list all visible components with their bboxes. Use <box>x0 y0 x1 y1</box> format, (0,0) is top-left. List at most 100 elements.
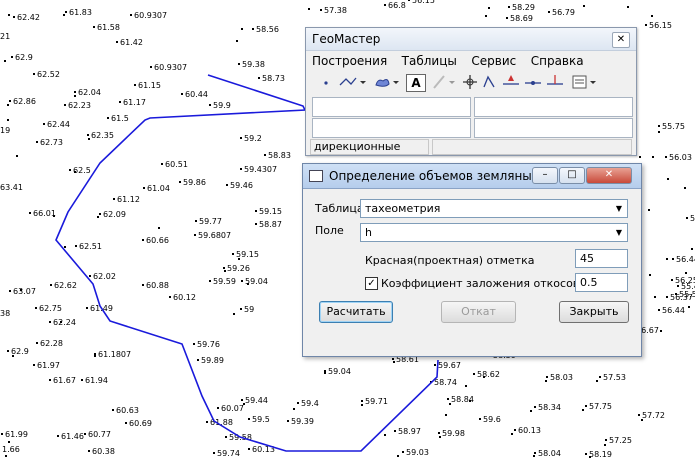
polyline-tool-icon[interactable] <box>338 72 366 92</box>
survey-point <box>665 156 667 158</box>
survey-point <box>264 154 266 156</box>
elevation-label: 59.74 <box>217 449 240 458</box>
elevation-label: 62.44 <box>47 120 70 129</box>
red-mark-label: Красная(проектная) отметка <box>365 254 535 267</box>
pen-tool-icon[interactable] <box>430 72 458 92</box>
geomaster-field-2[interactable] <box>474 97 633 117</box>
intersection-tool-icon[interactable] <box>502 72 520 92</box>
survey-point <box>93 26 95 28</box>
survey-point <box>7 350 9 352</box>
survey-point <box>240 137 242 139</box>
polygon-tool-icon[interactable] <box>372 72 400 92</box>
elevation-label: 58.04 <box>538 449 561 458</box>
survey-point <box>361 404 363 406</box>
survey-point <box>548 11 550 13</box>
elevation-label: 5 <box>690 214 695 223</box>
elevation-label: 56.25 <box>675 276 695 285</box>
menu-item-service[interactable]: Сервис <box>465 52 521 68</box>
calculate-button[interactable]: Расчитать <box>319 301 393 323</box>
elevation-label: 59.67 <box>438 361 461 370</box>
elevation-label: 62.51 <box>79 242 102 251</box>
survey-point <box>36 342 38 344</box>
survey-point <box>226 184 228 186</box>
close-button[interactable]: Закрыть <box>559 301 629 323</box>
elevation-label: 59.86 <box>183 178 206 187</box>
perpendicular-tool-icon[interactable] <box>546 72 564 92</box>
offset-tool-icon[interactable] <box>524 72 542 92</box>
close-icon[interactable]: ✕ <box>586 167 632 184</box>
survey-point <box>672 258 674 260</box>
slope-label: Коэффициент заложения откосов 1: <box>381 277 594 290</box>
chevron-down-icon[interactable]: ▼ <box>613 226 625 239</box>
elevation-label: 66.01 <box>33 209 56 218</box>
geomaster-field-3[interactable] <box>312 118 471 138</box>
move-tool-icon[interactable] <box>462 72 478 92</box>
properties-tool-icon[interactable] <box>570 72 598 92</box>
survey-point <box>533 455 535 457</box>
earthwork-volume-dialog: Определение объемов земляных ... – □ ✕ Т… <box>302 163 642 357</box>
close-icon[interactable]: ✕ <box>612 32 630 48</box>
survey-point <box>142 239 144 241</box>
survey-point <box>13 16 15 18</box>
survey-point <box>241 399 243 401</box>
angle-tool-icon[interactable] <box>482 72 498 92</box>
survey-point <box>74 95 76 97</box>
menu-item-tables[interactable]: Таблицы <box>396 52 462 68</box>
survey-point <box>134 84 136 86</box>
geomaster-field-4[interactable] <box>474 118 633 138</box>
survey-point <box>130 14 132 16</box>
survey-point <box>99 213 101 215</box>
elevation-label: 62.62 <box>54 281 77 290</box>
field-select[interactable]: h ▼ <box>360 223 628 242</box>
elevation-label: 62.42 <box>17 13 40 22</box>
survey-point <box>324 370 326 372</box>
survey-point <box>197 359 199 361</box>
survey-point <box>671 279 673 281</box>
elevation-label: 62.23 <box>68 101 91 110</box>
elevation-label: 59.15 <box>259 207 282 216</box>
survey-point <box>479 418 481 420</box>
survey-point <box>447 398 449 400</box>
red-mark-input[interactable]: 45 <box>575 249 628 268</box>
geomaster-titlebar[interactable]: ГеоМастер ✕ <box>306 28 636 51</box>
elevation-label: 57.72 <box>642 411 665 420</box>
point-tool-icon[interactable] <box>320 72 332 92</box>
survey-point <box>206 421 208 423</box>
menu-item-constructions[interactable]: Построения <box>306 52 392 68</box>
slope-input[interactable]: 0.5 <box>575 273 628 292</box>
menu-item-help[interactable]: Справка <box>525 52 589 68</box>
elevation-label: 58.69 <box>510 14 533 23</box>
elevation-label: 59.59 <box>213 277 236 286</box>
elevation-label: 59.44 <box>245 396 268 405</box>
geomaster-field-1[interactable] <box>312 97 471 117</box>
text-tool-icon[interactable]: A <box>406 74 426 92</box>
elevation-label: 56.44 <box>662 306 685 315</box>
chevron-down-icon[interactable]: ▼ <box>613 202 625 215</box>
elevation-label: 59.9 <box>213 101 231 110</box>
survey-point <box>384 434 386 436</box>
undo-button[interactable]: Откат <box>441 301 516 323</box>
dialog-titlebar[interactable]: Определение объемов земляных ... – □ ✕ <box>303 164 641 189</box>
elevation-label: 61.1807 <box>98 350 131 359</box>
survey-point <box>287 420 289 422</box>
survey-point <box>1 433 3 435</box>
survey-point <box>534 406 536 408</box>
survey-point <box>545 380 547 382</box>
maximize-button[interactable]: □ <box>559 167 585 184</box>
geomaster-toolbar: A <box>310 72 632 94</box>
elevation-label: 61.94 <box>85 376 108 385</box>
minimize-button[interactable]: – <box>532 167 558 184</box>
elevation-label: 62.28 <box>40 339 63 348</box>
elevation-label: 21 <box>0 32 10 41</box>
survey-point <box>667 178 669 180</box>
survey-point <box>43 123 45 125</box>
window-icon <box>309 170 323 182</box>
survey-point <box>691 248 693 250</box>
survey-point <box>57 435 59 437</box>
survey-point <box>64 246 66 248</box>
slope-checkbox[interactable]: ✓ <box>365 277 378 290</box>
table-select[interactable]: тахеометрия ▼ <box>360 199 628 218</box>
elevation-label: 38 <box>0 309 10 318</box>
survey-point <box>666 296 668 298</box>
survey-point <box>158 227 160 229</box>
